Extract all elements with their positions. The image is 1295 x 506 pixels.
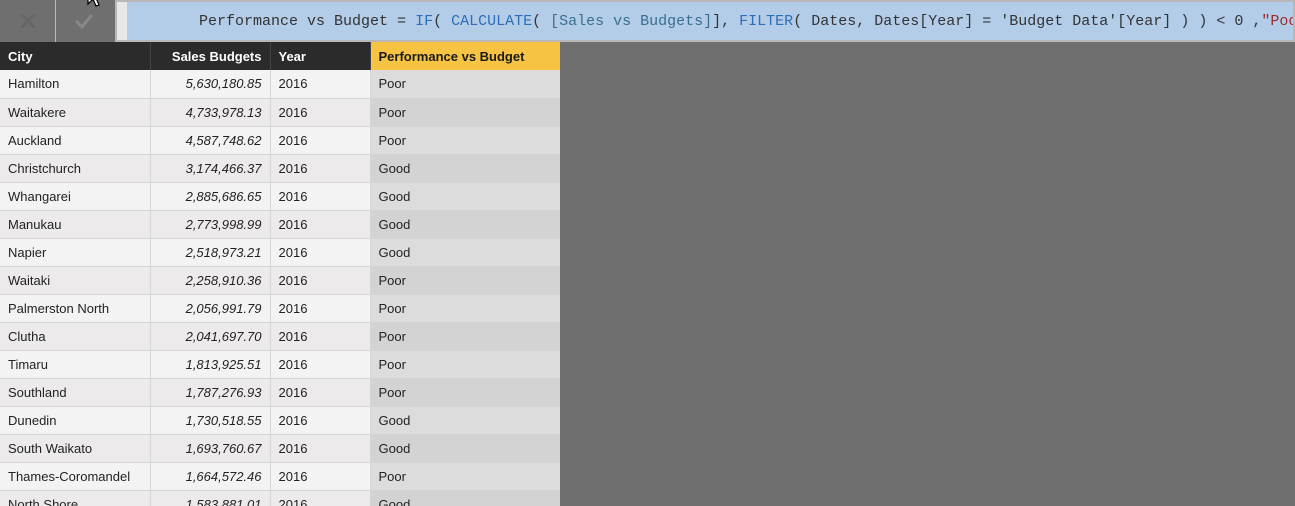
cell-sales-budgets[interactable]: 2,773,998.99 — [150, 210, 270, 238]
formula-bar: Performance vs Budget = IF( CALCULATE( [… — [0, 0, 1295, 42]
formula-measure-name: Performance vs Budget — [199, 13, 388, 30]
cell-sales-budgets[interactable]: 2,258,910.36 — [150, 266, 270, 294]
column-header-sales-budgets[interactable]: Sales Budgets — [150, 42, 270, 70]
cell-performance-vs-budget[interactable]: Good — [370, 182, 560, 210]
cell-sales-budgets[interactable]: 5,630,180.85 — [150, 70, 270, 98]
table-row[interactable]: Thames-Coromandel1,664,572.462016Poor — [0, 462, 560, 490]
cell-performance-vs-budget[interactable]: Poor — [370, 462, 560, 490]
cell-year[interactable]: 2016 — [270, 378, 370, 406]
cell-sales-budgets[interactable]: 2,041,697.70 — [150, 322, 270, 350]
table-row[interactable]: South Waikato1,693,760.672016Good — [0, 434, 560, 462]
cell-performance-vs-budget[interactable]: Poor — [370, 266, 560, 294]
column-header-performance-vs-budget[interactable]: Performance vs Budget — [370, 42, 560, 70]
cell-performance-vs-budget[interactable]: Good — [370, 238, 560, 266]
cell-year[interactable]: 2016 — [270, 490, 370, 506]
column-header-city[interactable]: City — [0, 42, 150, 70]
commit-formula-button[interactable] — [56, 0, 111, 42]
cell-year[interactable]: 2016 — [270, 434, 370, 462]
cell-performance-vs-budget[interactable]: Poor — [370, 350, 560, 378]
cell-city[interactable]: Napier — [0, 238, 150, 266]
table-row[interactable]: Clutha2,041,697.702016Poor — [0, 322, 560, 350]
table-row[interactable]: Auckland4,587,748.622016Poor — [0, 126, 560, 154]
cell-sales-budgets[interactable]: 1,730,518.55 — [150, 406, 270, 434]
cell-city[interactable]: Timaru — [0, 350, 150, 378]
cell-city[interactable]: North Shore — [0, 490, 150, 506]
table-row[interactable]: Timaru1,813,925.512016Poor — [0, 350, 560, 378]
cell-year[interactable]: 2016 — [270, 462, 370, 490]
cell-performance-vs-budget[interactable]: Good — [370, 210, 560, 238]
cell-sales-budgets[interactable]: 2,056,991.79 — [150, 294, 270, 322]
table-row[interactable]: Manukau2,773,998.992016Good — [0, 210, 560, 238]
table-row[interactable]: Whangarei2,885,686.652016Good — [0, 182, 560, 210]
cell-city[interactable]: Whangarei — [0, 182, 150, 210]
cell-city[interactable]: Waitakere — [0, 98, 150, 126]
cell-year[interactable]: 2016 — [270, 238, 370, 266]
close-icon — [18, 11, 38, 31]
cell-city[interactable]: South Waikato — [0, 434, 150, 462]
table-header-row: City Sales Budgets Year Performance vs B… — [0, 42, 560, 70]
cell-year[interactable]: 2016 — [270, 70, 370, 98]
column-header-year[interactable]: Year — [270, 42, 370, 70]
cell-city[interactable]: Palmerston North — [0, 294, 150, 322]
table-row[interactable]: Waitaki2,258,910.362016Poor — [0, 266, 560, 294]
cell-performance-vs-budget[interactable]: Poor — [370, 378, 560, 406]
report-canvas[interactable] — [560, 42, 1295, 506]
cell-year[interactable]: 2016 — [270, 294, 370, 322]
cell-city[interactable]: Christchurch — [0, 154, 150, 182]
cell-sales-budgets[interactable]: 3,174,466.37 — [150, 154, 270, 182]
cell-year[interactable]: 2016 — [270, 406, 370, 434]
table-row[interactable]: Dunedin1,730,518.552016Good — [0, 406, 560, 434]
table-row[interactable]: Hamilton5,630,180.852016Poor — [0, 70, 560, 98]
cell-year[interactable]: 2016 — [270, 182, 370, 210]
cell-sales-budgets[interactable]: 2,885,686.65 — [150, 182, 270, 210]
cell-city[interactable]: Thames-Coromandel — [0, 462, 150, 490]
cell-performance-vs-budget[interactable]: Good — [370, 490, 560, 506]
cell-year[interactable]: 2016 — [270, 126, 370, 154]
data-grid[interactable]: City Sales Budgets Year Performance vs B… — [0, 42, 560, 506]
cell-city[interactable]: Hamilton — [0, 70, 150, 98]
cell-performance-vs-budget[interactable]: Good — [370, 434, 560, 462]
cell-sales-budgets[interactable]: 1,787,276.93 — [150, 378, 270, 406]
cell-sales-budgets[interactable]: 1,813,925.51 — [150, 350, 270, 378]
checkmark-icon — [74, 11, 94, 31]
cell-sales-budgets[interactable]: 1,664,572.46 — [150, 462, 270, 490]
cell-city[interactable]: Manukau — [0, 210, 150, 238]
cell-performance-vs-budget[interactable]: Poor — [370, 322, 560, 350]
cell-performance-vs-budget[interactable]: Poor — [370, 294, 560, 322]
cancel-formula-button[interactable] — [0, 0, 55, 42]
cell-city[interactable]: Waitaki — [0, 266, 150, 294]
cell-year[interactable]: 2016 — [270, 98, 370, 126]
cell-sales-budgets[interactable]: 1,693,760.67 — [150, 434, 270, 462]
table-row[interactable]: North Shore1,583,881.012016Good — [0, 490, 560, 506]
cell-city[interactable]: Clutha — [0, 322, 150, 350]
cell-year[interactable]: 2016 — [270, 154, 370, 182]
table-row[interactable]: Napier2,518,973.212016Good — [0, 238, 560, 266]
cell-performance-vs-budget[interactable]: Poor — [370, 70, 560, 98]
cell-city[interactable]: Southland — [0, 378, 150, 406]
cell-year[interactable]: 2016 — [270, 266, 370, 294]
table-row[interactable]: Waitakere4,733,978.132016Poor — [0, 98, 560, 126]
cell-performance-vs-budget[interactable]: Good — [370, 406, 560, 434]
cell-performance-vs-budget[interactable]: Good — [370, 154, 560, 182]
cell-city[interactable]: Auckland — [0, 126, 150, 154]
formula-input[interactable]: Performance vs Budget = IF( CALCULATE( [… — [115, 0, 1295, 42]
cell-city[interactable]: Dunedin — [0, 406, 150, 434]
cell-performance-vs-budget[interactable]: Poor — [370, 126, 560, 154]
cell-sales-budgets[interactable]: 2,518,973.21 — [150, 238, 270, 266]
cell-sales-budgets[interactable]: 4,733,978.13 — [150, 98, 270, 126]
cell-sales-budgets[interactable]: 1,583,881.01 — [150, 490, 270, 506]
table-row[interactable]: Palmerston North2,056,991.792016Poor — [0, 294, 560, 322]
table-row[interactable]: Christchurch3,174,466.372016Good — [0, 154, 560, 182]
table-row[interactable]: Southland1,787,276.932016Poor — [0, 378, 560, 406]
cell-year[interactable]: 2016 — [270, 350, 370, 378]
cell-performance-vs-budget[interactable]: Poor — [370, 98, 560, 126]
cell-sales-budgets[interactable]: 4,587,748.62 — [150, 126, 270, 154]
cell-year[interactable]: 2016 — [270, 322, 370, 350]
cell-year[interactable]: 2016 — [270, 210, 370, 238]
